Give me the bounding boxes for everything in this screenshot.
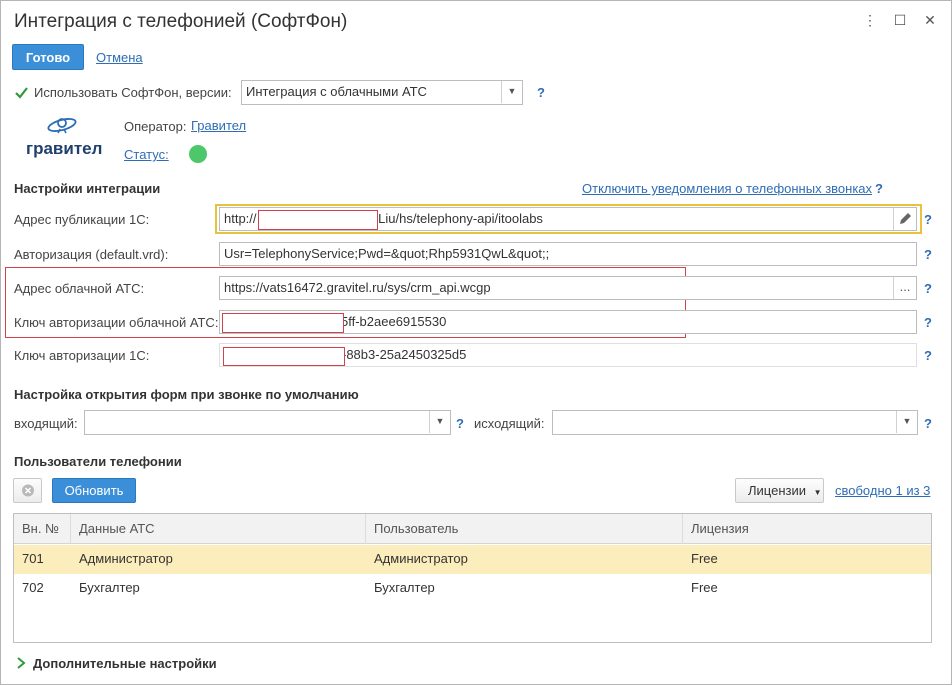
incoming-select[interactable]: ▼ bbox=[84, 410, 451, 435]
redacted-box bbox=[223, 347, 345, 366]
cloud-ats-address-label: Адрес облачной АТС: bbox=[14, 281, 145, 296]
ok-button[interactable]: Готово bbox=[12, 44, 84, 70]
checkmark-icon bbox=[15, 87, 28, 99]
help-icon[interactable]: ? bbox=[456, 416, 464, 431]
delete-icon bbox=[22, 484, 34, 497]
column-header-user[interactable]: Пользователь bbox=[366, 514, 683, 544]
free-licenses-link[interactable]: свободно 1 из 3 bbox=[835, 483, 930, 498]
users-section-title: Пользователи телефонии bbox=[14, 454, 182, 469]
table-cell: Администратор bbox=[374, 551, 468, 566]
chevron-down-icon[interactable]: ▼ bbox=[501, 81, 522, 103]
table-cell: 702 bbox=[22, 580, 44, 595]
table-cell: 701 bbox=[22, 551, 44, 566]
disable-notifications-link[interactable]: Отключить уведомления о телефонных звонк… bbox=[582, 181, 872, 196]
redacted-box bbox=[258, 210, 378, 230]
edit-pencil-icon[interactable] bbox=[893, 208, 916, 230]
help-icon[interactable]: ? bbox=[924, 348, 932, 363]
redacted-box bbox=[222, 313, 344, 333]
column-header-license[interactable]: Лицензия bbox=[683, 514, 931, 544]
table-row[interactable]: 701 Администратор Администратор Free bbox=[14, 545, 931, 574]
use-softphone-checkbox[interactable] bbox=[14, 85, 29, 100]
more-options-icon[interactable]: ⋮ bbox=[860, 10, 880, 30]
licenses-label: Лицензии bbox=[748, 483, 806, 498]
integration-section-title: Настройки интеграции bbox=[14, 181, 161, 196]
more-settings-toggle[interactable]: Дополнительные настройки bbox=[33, 656, 217, 671]
softphone-version-select[interactable]: Интеграция с облачными АТС ▼ bbox=[241, 80, 523, 105]
publication-address-suffix: /Liu/hs/telephony-api/itoolabs bbox=[374, 211, 543, 226]
gravitel-logo-icon bbox=[46, 113, 78, 137]
chevron-right-icon[interactable] bbox=[15, 656, 27, 670]
table-cell: Бухгалтер bbox=[79, 580, 140, 595]
table-row[interactable]: 702 Бухгалтер Бухгалтер Free bbox=[14, 574, 931, 603]
publication-address-label: Адрес публикации 1С: bbox=[14, 212, 150, 227]
delete-button[interactable] bbox=[13, 478, 42, 503]
cloud-ats-address-value: https://vats16472.gravitel.ru/sys/crm_ap… bbox=[224, 280, 491, 295]
refresh-button[interactable]: Обновить bbox=[52, 478, 136, 503]
chevron-down-icon: ▼ bbox=[813, 488, 822, 497]
operator-label: Оператор: bbox=[124, 119, 187, 134]
cloud-ats-key-label: Ключ авторизации облачной АТС: bbox=[14, 315, 219, 330]
table-cell: Администратор bbox=[79, 551, 173, 566]
authorization-label: Авторизация (default.vrd): bbox=[14, 247, 169, 262]
chevron-down-icon[interactable]: ▼ bbox=[896, 411, 917, 433]
help-icon[interactable]: ? bbox=[924, 247, 932, 262]
table-cell: Бухгалтер bbox=[374, 580, 435, 595]
window-title: Интеграция с телефонией (СофтФон) bbox=[14, 11, 348, 32]
help-icon[interactable]: ? bbox=[924, 281, 932, 296]
1c-key-label: Ключ авторизации 1С: bbox=[14, 348, 150, 363]
incoming-label: входящий: bbox=[14, 416, 78, 431]
gravitel-logo-text: гравител bbox=[26, 139, 103, 158]
authorization-input[interactable]: Usr=TelephonyService;Pwd=&quot;Rhp5931Qw… bbox=[219, 242, 917, 266]
help-icon[interactable]: ? bbox=[537, 85, 545, 100]
help-icon[interactable]: ? bbox=[924, 416, 932, 431]
table-cell: Free bbox=[691, 551, 718, 566]
softphone-version-value: Интеграция с облачными АТС bbox=[246, 84, 427, 99]
cloud-ats-key-suffix: 5ff-b2aee6915530 bbox=[341, 314, 447, 329]
use-softphone-label: Использовать СофтФон, версии: bbox=[34, 85, 232, 100]
users-table: Вн. № Данные АТС Пользователь Лицензия 7… bbox=[13, 513, 932, 643]
forms-section-title: Настройка открытия форм при звонке по ум… bbox=[14, 387, 359, 402]
outgoing-select[interactable]: ▼ bbox=[552, 410, 918, 435]
status-link[interactable]: Статус: bbox=[124, 147, 169, 162]
cloud-ats-address-input[interactable]: https://vats16472.gravitel.ru/sys/crm_ap… bbox=[219, 276, 917, 300]
close-icon[interactable]: ✕ bbox=[920, 10, 940, 30]
chevron-down-icon[interactable]: ▼ bbox=[429, 411, 450, 433]
cancel-link[interactable]: Отмена bbox=[96, 50, 143, 65]
table-cell: Free bbox=[691, 580, 718, 595]
licenses-dropdown-button[interactable]: Лицензии ▼ bbox=[735, 478, 824, 503]
maximize-icon[interactable]: ☐ bbox=[890, 10, 910, 30]
column-header-ext[interactable]: Вн. № bbox=[14, 514, 71, 544]
publication-address-prefix: http:// bbox=[224, 211, 257, 226]
outgoing-label: исходящий: bbox=[474, 416, 545, 431]
column-header-ats-data[interactable]: Данные АТС bbox=[71, 514, 366, 544]
select-button[interactable]: ... bbox=[893, 277, 916, 299]
help-icon[interactable]: ? bbox=[875, 181, 883, 196]
status-indicator bbox=[189, 145, 207, 163]
help-icon[interactable]: ? bbox=[924, 212, 932, 227]
help-icon[interactable]: ? bbox=[924, 315, 932, 330]
1c-key-suffix: -88b3-25a2450325d5 bbox=[342, 347, 467, 362]
operator-link[interactable]: Гравител bbox=[191, 118, 246, 133]
